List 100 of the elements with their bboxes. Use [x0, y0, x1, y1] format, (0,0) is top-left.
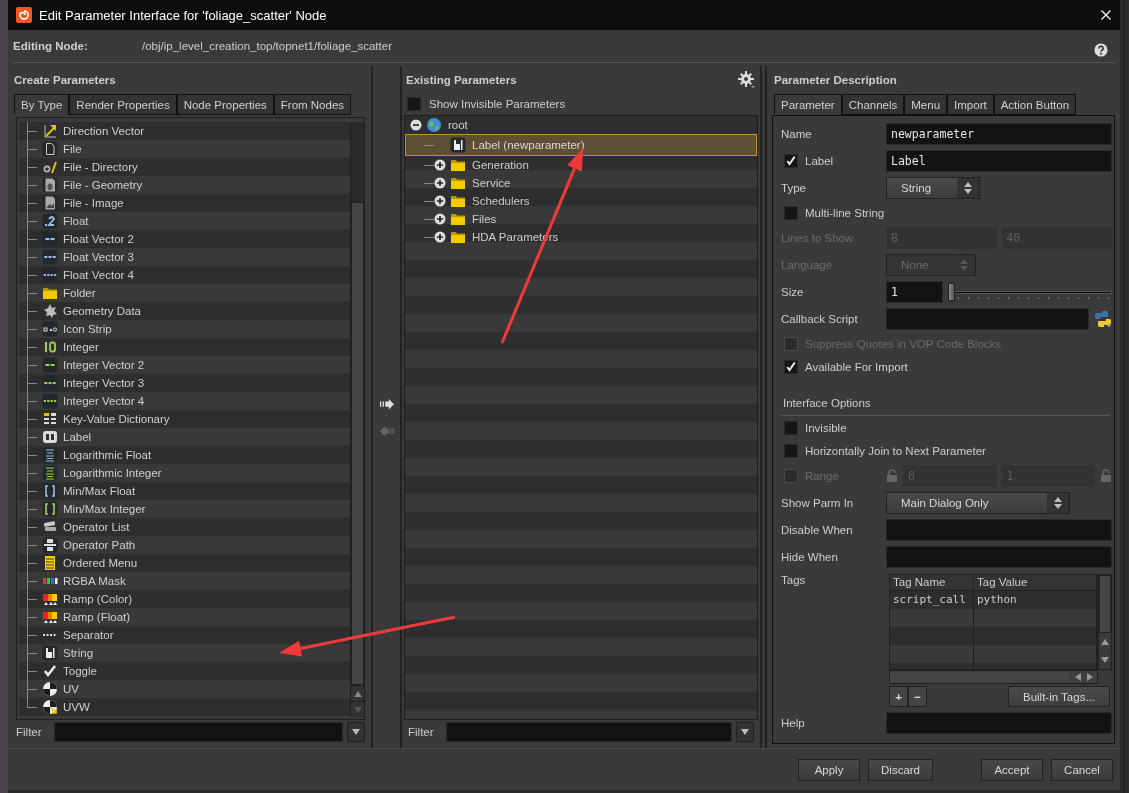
list-item[interactable]: Key-Value Dictionary [19, 410, 350, 428]
globe-icon [426, 117, 442, 133]
list-item[interactable]: Integer Vector 3 [19, 374, 350, 392]
settings-icon [738, 71, 756, 89]
scroll-up-icon [1101, 639, 1109, 645]
help-button[interactable] [1094, 43, 1108, 57]
checkbox-label: Horizontally Join to Next Parameter [805, 444, 986, 457]
checkbox[interactable] [407, 96, 421, 111]
tree-item[interactable]: Service [405, 174, 757, 192]
spinner-icon [960, 258, 968, 271]
scrollbar-thumb[interactable] [1099, 575, 1111, 633]
checkbox[interactable] [784, 205, 798, 220]
dotted-line-icon [42, 633, 58, 637]
scroll-left-icon [1075, 673, 1081, 681]
list-item[interactable]: Separator [19, 626, 350, 644]
operator-path-icon [42, 537, 58, 553]
tab[interactable]: Action Button [993, 94, 1077, 115]
arrow-axes-icon [42, 123, 58, 139]
folder-icon [450, 157, 466, 173]
column-header[interactable]: Tag Name [890, 575, 974, 590]
tab[interactable]: Channels [841, 94, 905, 115]
input-field[interactable] [886, 518, 1112, 541]
list-item[interactable]: Min/Max Float [19, 482, 350, 500]
tree-item[interactable]: root [405, 116, 757, 134]
list-item[interactable]: Direction Vector [19, 122, 350, 140]
small-button[interactable]: − [908, 686, 927, 707]
checkmark-icon [42, 663, 58, 679]
checker-icon [42, 681, 58, 697]
dialog-button[interactable]: Apply [798, 758, 860, 781]
checkbox[interactable] [784, 359, 798, 374]
dropdown-button[interactable] [347, 722, 365, 742]
checkbox-label: Label [805, 154, 834, 167]
dialog-button[interactable]: Cancel [1051, 758, 1113, 781]
tree-item[interactable]: Schedulers [405, 192, 757, 210]
small-button[interactable]: + [889, 686, 908, 707]
list-item[interactable]: Float Vector 4 [19, 266, 350, 284]
scrollbar-thumb[interactable] [890, 672, 1069, 682]
dashes-icon [42, 267, 58, 283]
scrollbar[interactable] [350, 122, 364, 717]
tab[interactable]: Menu [904, 94, 948, 115]
list-item[interactable]: Operator List [19, 518, 350, 536]
field-label: Help [781, 716, 806, 729]
input-field[interactable]: 1 [886, 280, 943, 303]
field-label: Tags [781, 574, 807, 588]
list-item[interactable]: UVW [19, 698, 350, 716]
scrollbar[interactable] [889, 670, 1098, 684]
tab[interactable]: From Nodes [273, 94, 352, 115]
filter-field[interactable] [446, 722, 732, 742]
window-title: Edit Parameter Interface for 'foliage_scatter' Node [39, 7, 328, 23]
checkbox[interactable] [784, 420, 798, 435]
folder-icon [450, 193, 466, 209]
input-field[interactable] [886, 545, 1112, 568]
filter-field[interactable] [54, 722, 343, 742]
dropdown[interactable]: Main Dialog Only [886, 491, 1070, 514]
geometry-icon [42, 303, 58, 319]
checkbox[interactable] [784, 443, 798, 458]
built-in-tags-button[interactable]: Built-in Tags... [1008, 686, 1110, 707]
dropdown-button[interactable] [736, 722, 754, 742]
list-item[interactable]: Logarithmic Float [19, 446, 350, 464]
integer-icon [42, 339, 58, 355]
list-item[interactable]: File - Directory [19, 158, 350, 176]
list-item[interactable]: Toggle [19, 662, 350, 680]
list-item[interactable]: Ordered Menu [19, 554, 350, 572]
section-title: Interface Options [782, 397, 871, 409]
ramp-icon [42, 609, 58, 625]
close-button[interactable] [1100, 9, 1112, 21]
tree-item[interactable]: Files [405, 210, 757, 228]
tab[interactable]: Render Properties [69, 94, 177, 115]
field-label: Show Parm In [781, 496, 855, 509]
ramp-icon [42, 591, 58, 607]
checkbox[interactable] [784, 153, 798, 168]
tab[interactable]: Import [947, 94, 994, 115]
tree-item[interactable]: Generation [405, 156, 757, 174]
tab[interactable]: By Type [14, 94, 70, 115]
list-item[interactable]: Geometry Data [19, 302, 350, 320]
dropdown[interactable]: String [886, 176, 980, 199]
input-field[interactable]: newparameter [886, 122, 1112, 145]
field-label: Size [781, 285, 805, 298]
dashes-icon [42, 357, 58, 373]
list-item[interactable]: File - Image [19, 194, 350, 212]
scrollbar[interactable] [1098, 574, 1112, 670]
tab[interactable]: Node Properties [176, 94, 274, 115]
dialog-button[interactable]: Discard [868, 758, 933, 781]
scrollbar-thumb[interactable] [351, 202, 364, 685]
input-field[interactable] [886, 307, 1089, 330]
column-header[interactable]: Tag Value [974, 575, 1097, 590]
input-field[interactable] [886, 711, 1112, 734]
list-item[interactable]: Integer [19, 338, 350, 356]
swirl-logo-icon [16, 7, 32, 23]
panel-title: Parameter Description [773, 73, 898, 88]
dashes-icon [42, 393, 58, 409]
document-icon [42, 141, 58, 157]
slider-thumb[interactable] [948, 282, 955, 301]
list-item[interactable]: Float Vector 2 [19, 230, 350, 248]
dialog-button[interactable]: Accept [981, 758, 1043, 781]
input-field[interactable]: Label [886, 149, 1112, 172]
tab[interactable]: Parameter [774, 94, 842, 115]
list-item[interactable]: Ramp (Color) [19, 590, 350, 608]
tree-item[interactable]: Label (newparameter) [405, 134, 757, 156]
field-label: Filter [408, 726, 435, 738]
